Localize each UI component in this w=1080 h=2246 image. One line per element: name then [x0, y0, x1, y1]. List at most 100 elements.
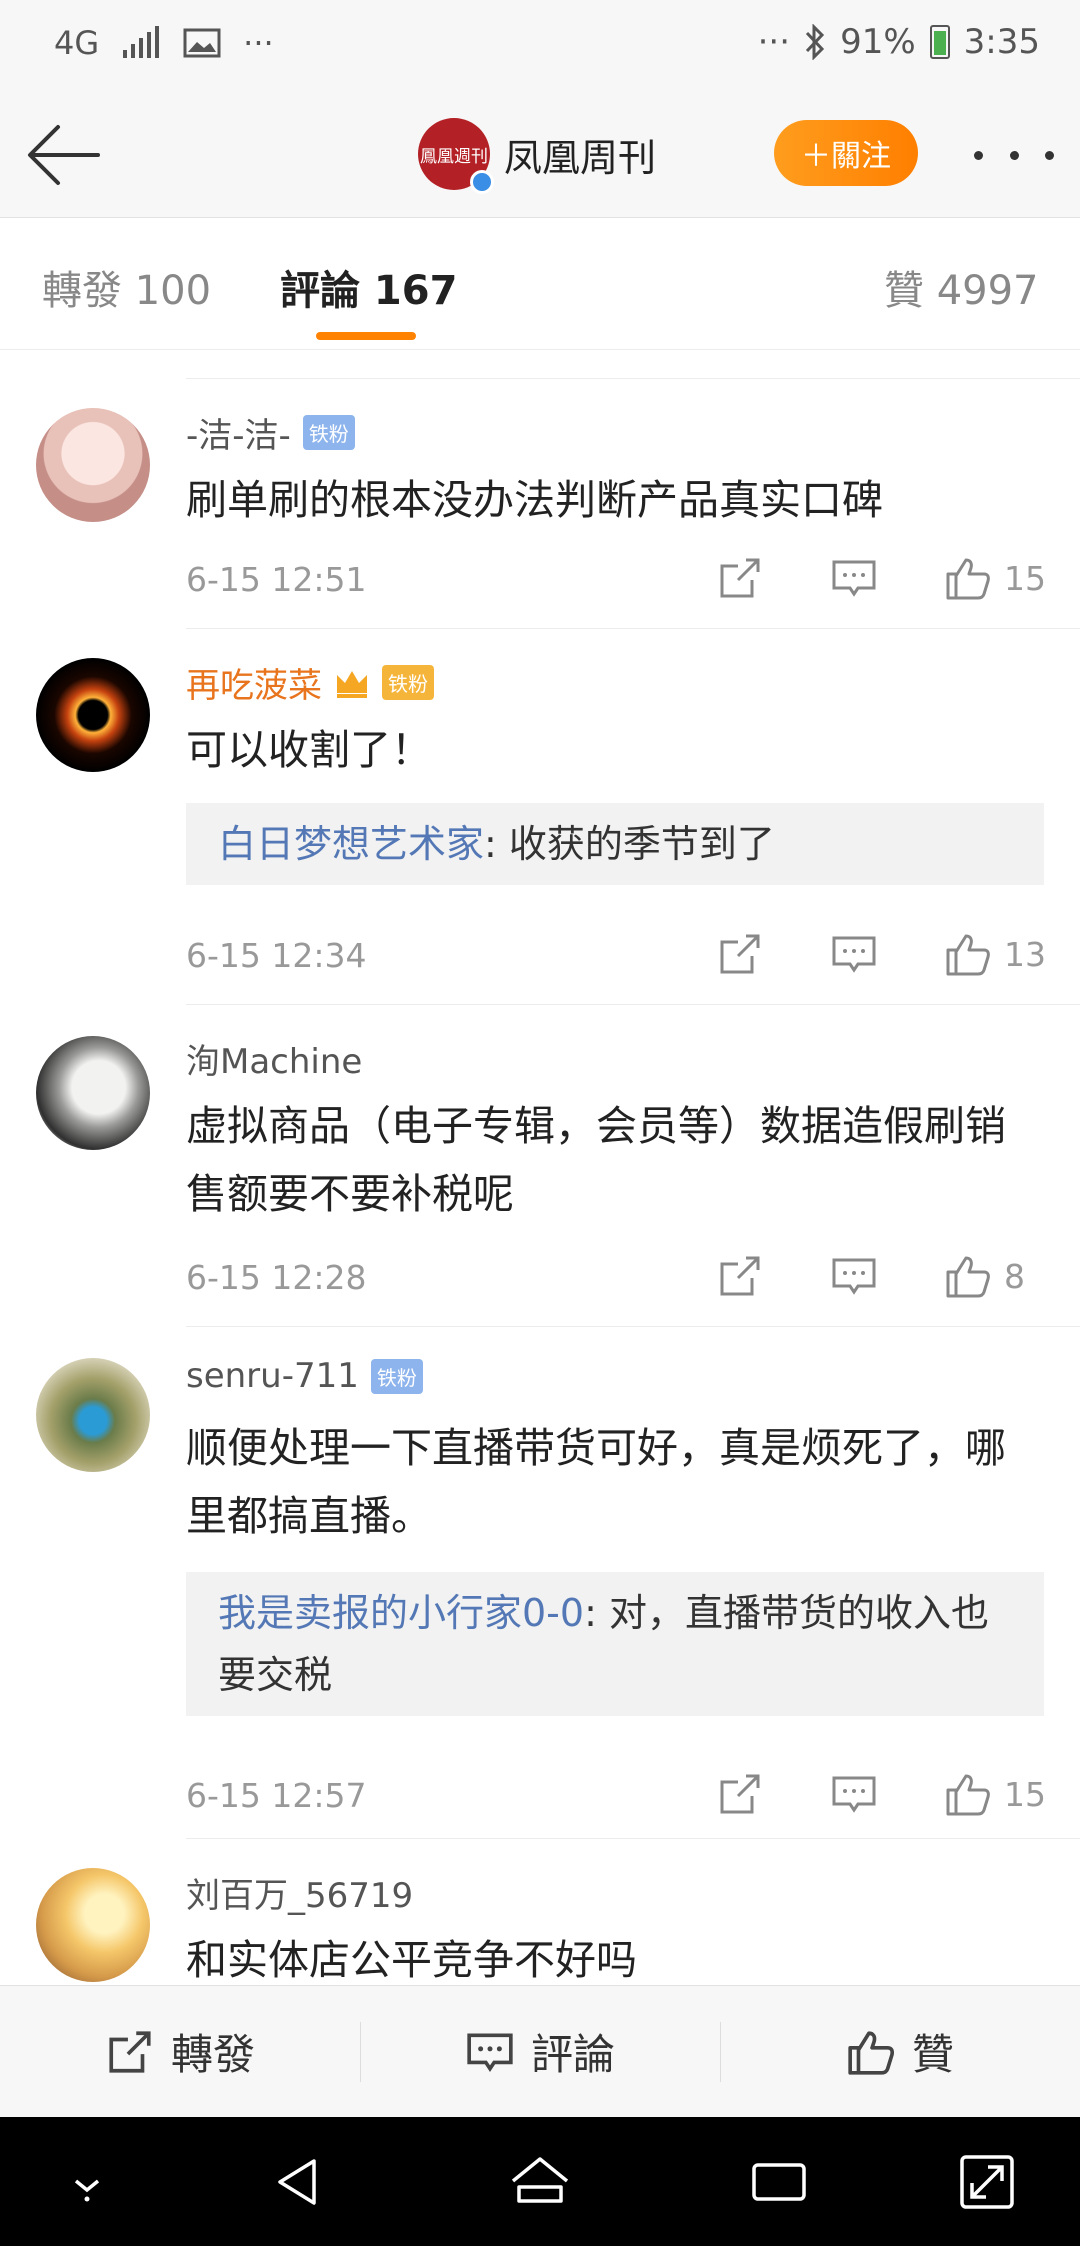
- comment-button[interactable]: 評論: [360, 1986, 720, 2117]
- like-count: 13: [1004, 934, 1046, 974]
- divider: [186, 1004, 1080, 1005]
- battery-icon: [929, 25, 950, 59]
- comment-username[interactable]: senru-711: [186, 1356, 359, 1396]
- like-icon[interactable]: [944, 554, 992, 602]
- comment-text: 刷单刷的根本没办法判断产品真实口碑: [186, 476, 883, 524]
- user-avatar[interactable]: [36, 658, 150, 772]
- comment-actions: 15: [650, 1770, 1046, 1818]
- dot-icon: [974, 150, 983, 160]
- comment-header: -洁-洁- 铁粉: [186, 408, 355, 457]
- comment-text: 虚拟商品（电子专辑，会员等）数据造假刷销售额要不要补税呢: [186, 1102, 1006, 1218]
- more-options-button[interactable]: [974, 130, 1054, 180]
- system-navigation-bar: [0, 2117, 1080, 2246]
- divider: [186, 628, 1080, 629]
- network-type: 4G: [54, 24, 100, 62]
- user-avatar[interactable]: [36, 1036, 150, 1150]
- home-nav-icon[interactable]: [505, 2147, 575, 2217]
- account-avatar[interactable]: 鳳凰週刊: [418, 118, 494, 194]
- reply-icon[interactable]: [830, 554, 878, 602]
- dot-icon: [1045, 150, 1054, 160]
- like-icon: [848, 2030, 895, 2075]
- verified-badge-icon: [470, 170, 494, 194]
- reply-username[interactable]: 白日梦想艺术家: [218, 822, 484, 866]
- back-arrow-icon: [28, 125, 100, 185]
- bluetooth-icon: [805, 24, 825, 60]
- share-icon[interactable]: [716, 1770, 764, 1818]
- divider: [186, 1326, 1080, 1327]
- clock: 3:35: [963, 22, 1040, 62]
- like-label: 贊: [911, 2030, 954, 2079]
- comment-header: 再吃菠菜 铁粉: [186, 658, 434, 707]
- user-avatar[interactable]: [36, 1868, 150, 1982]
- hide-keyboard-icon[interactable]: [52, 2147, 122, 2217]
- divider: [186, 378, 1080, 379]
- like-icon[interactable]: [944, 930, 992, 978]
- user-avatar[interactable]: [36, 1358, 150, 1472]
- comment-header: 洵Machine: [186, 1034, 362, 1083]
- share-icon[interactable]: [716, 1252, 764, 1300]
- like-icon[interactable]: [944, 1770, 992, 1818]
- comment-icon: [467, 2033, 513, 2072]
- comment-header: 刘百万_56719: [186, 1868, 413, 1917]
- comment-username[interactable]: 再吃菠菜: [186, 658, 322, 707]
- comment-text: 顺便处理一下直播带货可好，真是烦死了，哪里都搞直播。: [186, 1424, 1006, 1540]
- like-count: 8: [1004, 1256, 1025, 1296]
- comment-header: senru-711 铁粉: [186, 1356, 423, 1396]
- tab-likes[interactable]: 贊 4997: [884, 258, 1039, 316]
- top-nav-bar: 鳳凰週刊 凤凰周刊 ＋關注: [0, 92, 1080, 218]
- comment-time: 6-15 12:57: [186, 1776, 367, 1815]
- recent-apps-icon[interactable]: [744, 2147, 814, 2217]
- dot-icon: [1009, 150, 1019, 160]
- reply-preview[interactable]: 我是卖报的小行家0-0: 对，直播带货的收入也要交税: [186, 1572, 1044, 1716]
- reply-username[interactable]: 我是卖报的小行家0-0: [218, 1591, 584, 1635]
- fan-badge: 铁粉: [302, 415, 355, 450]
- share-icon[interactable]: [716, 930, 764, 978]
- comment-label: 評論: [530, 2030, 615, 2079]
- image-icon: [183, 28, 221, 58]
- like-count: 15: [1004, 1774, 1046, 1814]
- divider: [186, 1838, 1080, 1839]
- repost-button[interactable]: 轉發: [0, 1986, 360, 2117]
- comment-time: 6-15 12:51: [186, 560, 367, 599]
- signal-icon: [123, 26, 160, 58]
- reply-icon[interactable]: [830, 1252, 878, 1300]
- more-dots-icon: ···: [243, 24, 274, 62]
- fan-badge: 铁粉: [370, 1358, 423, 1394]
- comment-actions: 15: [650, 554, 1046, 602]
- account-header[interactable]: 鳳凰週刊 凤凰周刊: [418, 118, 656, 194]
- repost-label: 轉發: [170, 2030, 255, 2079]
- comment-username[interactable]: 刘百万_56719: [186, 1868, 413, 1917]
- comment-actions: 13: [650, 930, 1046, 978]
- user-avatar[interactable]: [36, 408, 150, 522]
- tab-reposts[interactable]: 轉發 100: [42, 258, 211, 316]
- reply-icon[interactable]: [830, 1770, 878, 1818]
- more-dots-icon: ···: [757, 22, 791, 62]
- account-name[interactable]: 凤凰周刊: [504, 127, 656, 182]
- comment-text: 和实体店公平竞争不好吗: [186, 1936, 637, 1984]
- back-button[interactable]: [24, 116, 106, 194]
- active-tab-indicator: [316, 332, 416, 340]
- comment-time: 6-15 12:34: [186, 936, 367, 975]
- like-button[interactable]: 贊: [720, 1986, 1080, 2117]
- follow-button[interactable]: ＋關注: [774, 120, 918, 186]
- status-bar: 4G ··· ··· 91% 3:35: [0, 0, 1080, 92]
- tab-comments[interactable]: 評論 167: [280, 258, 457, 316]
- comment-username[interactable]: -洁-洁-: [186, 408, 291, 457]
- tab-bar: 轉發 100 評論 167 贊 4997: [0, 218, 1080, 350]
- fan-badge: 铁粉: [382, 665, 434, 700]
- reply-text: : 收获的季节到了: [484, 822, 775, 866]
- battery-percent: 91%: [840, 22, 916, 62]
- like-icon[interactable]: [944, 1252, 992, 1300]
- bottom-action-bar: 轉發 評論 贊: [0, 1985, 1080, 2117]
- expand-icon[interactable]: [952, 2147, 1022, 2217]
- share-icon: [109, 2030, 151, 2073]
- comment-username[interactable]: 洵Machine: [186, 1034, 362, 1083]
- reply-preview[interactable]: 白日梦想艺术家: 收获的季节到了: [186, 803, 1044, 885]
- share-icon[interactable]: [716, 554, 764, 602]
- back-nav-icon[interactable]: [266, 2147, 336, 2217]
- reply-icon[interactable]: [830, 930, 878, 978]
- account-logo: 鳳凰週刊: [420, 146, 488, 167]
- crown-icon: [337, 670, 367, 698]
- comment-time: 6-15 12:28: [186, 1258, 367, 1297]
- comment-actions: 8: [650, 1252, 1044, 1300]
